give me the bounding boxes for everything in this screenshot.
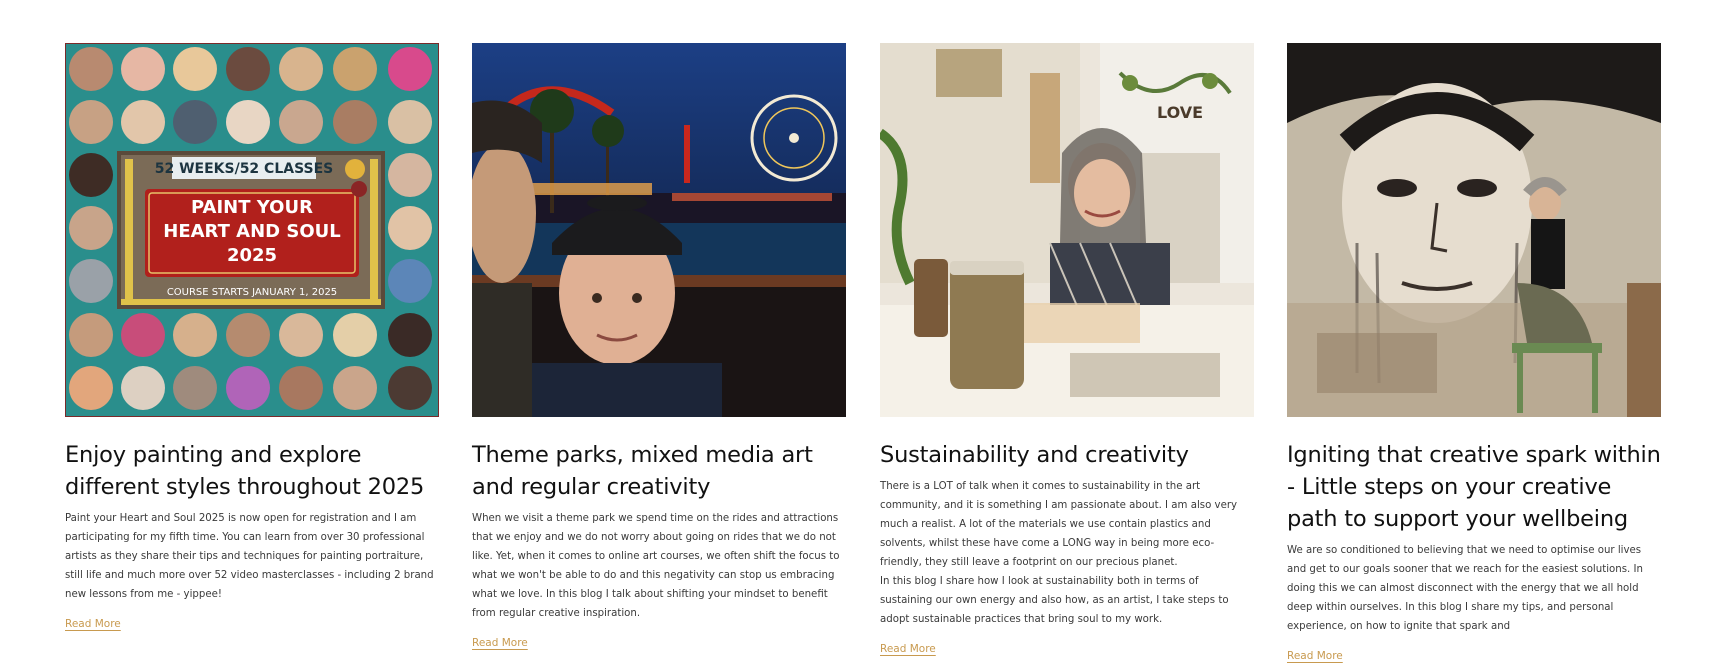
post-3-read-more-link[interactable]: Read More [880, 643, 936, 655]
post-4-image-link[interactable] [1287, 43, 1661, 417]
poster-line-2: HEART AND SOUL [163, 221, 340, 242]
post-2-excerpt: When we visit a theme park we spend time… [472, 513, 840, 619]
blog-card-2: Theme parks, mixed media art and regular… [472, 43, 846, 651]
post-4-title[interactable]: Igniting that creative spark within - Li… [1287, 439, 1661, 535]
poster-badge-text: 52 WEEKS/52 CLASSES [155, 161, 334, 177]
post-4-image [1287, 43, 1661, 417]
post-1-excerpt: Paint your Heart and Soul 2025 is now op… [65, 513, 434, 600]
blog-card-1: 52 WEEKS/52 CLASSES PAINT YOUR HEART AND… [65, 43, 439, 632]
studio-sign-text: LOVE [1157, 103, 1203, 122]
post-4-excerpt: We are so conditioned to believing that … [1287, 545, 1643, 632]
post-1-title[interactable]: Enjoy painting and explore different sty… [65, 439, 439, 503]
blog-card-4: Igniting that creative spark within - Li… [1287, 43, 1661, 664]
post-1-read-more-link[interactable]: Read More [65, 618, 121, 630]
post-2-title[interactable]: Theme parks, mixed media art and regular… [472, 439, 846, 503]
blog-post-grid: 52 WEEKS/52 CLASSES PAINT YOUR HEART AND… [0, 0, 1726, 662]
post-1-image: 52 WEEKS/52 CLASSES PAINT YOUR HEART AND… [65, 43, 439, 417]
post-1-image-link[interactable]: 52 WEEKS/52 CLASSES PAINT YOUR HEART AND… [65, 43, 439, 417]
post-2-read-more-link[interactable]: Read More [472, 637, 528, 649]
post-3-image-link[interactable]: LOVE [880, 43, 1254, 417]
post-2-image [472, 43, 846, 417]
post-3-image: LOVE [880, 43, 1254, 417]
post-3-title[interactable]: Sustainability and creativity [880, 439, 1254, 471]
blog-card-3: LOVE Sustainability and creativity There… [880, 43, 1254, 657]
poster-line-3: 2025 [227, 245, 277, 266]
post-3-excerpt: There is a LOT of talk when it comes to … [880, 481, 1238, 625]
poster-footer: COURSE STARTS JANUARY 1, 2025 [167, 287, 337, 298]
poster-line-1: PAINT YOUR [191, 197, 313, 218]
post-2-image-link[interactable] [472, 43, 846, 417]
post-4-read-more-link[interactable]: Read More [1287, 650, 1343, 662]
